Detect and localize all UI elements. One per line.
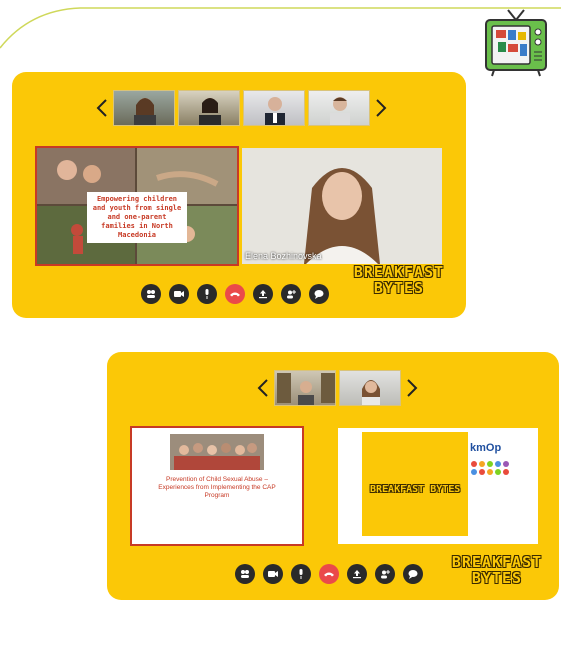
video-call-panel-2: Prevention of Child Sexual Abuse – Exper… [107,352,559,600]
participant-thumbnail[interactable] [243,90,305,126]
participant-thumbnail[interactable] [339,370,401,406]
shared-document-tile[interactable]: Prevention of Child Sexual Abuse – Exper… [130,426,304,546]
call-controls [235,564,423,584]
share-icon[interactable] [253,284,273,304]
brand-line-1: BREAKFAST [353,263,445,281]
hangup-icon[interactable] [319,564,339,584]
decorative-curve [0,7,561,49]
speaker-video-tile[interactable]: Elena Bozhinovska [242,148,442,264]
participant-thumbnail[interactable] [113,90,175,126]
video-call-panel-1: Empowering children and youth from singl… [12,72,466,318]
people-icon[interactable] [141,284,161,304]
slide-heading: BREAKFAST BYTES [370,484,461,495]
mic-icon[interactable] [197,284,217,304]
shared-slide-tile[interactable]: Empowering children and youth from singl… [35,146,239,266]
hangup-icon[interactable] [225,284,245,304]
next-arrow-icon[interactable] [373,96,389,120]
camera-icon[interactable] [263,564,283,584]
slide-caption: Empowering children and youth from singl… [87,192,187,243]
brand-label: BREAKFAST BYTES [349,264,449,296]
call-controls [141,284,329,304]
kmop-logo: kmOp [470,442,502,454]
speaker-name-label: Elena Bozhinovska [245,251,322,261]
retro-tv-icon [480,6,550,88]
participant-thumbnail[interactable] [308,90,370,126]
prev-arrow-icon[interactable] [255,376,271,400]
yellow-slide: BREAKFAST BYTES [362,432,468,536]
chat-icon[interactable] [309,284,329,304]
brand-label: BREAKFAST BYTES [445,554,549,586]
participant-strip [94,90,389,126]
presentation-slide-tile[interactable]: BREAKFAST BYTES kmOp [338,428,538,544]
colored-dots-icon [471,461,509,475]
participant-thumbnail[interactable] [178,90,240,126]
next-arrow-icon[interactable] [404,376,420,400]
add-person-icon[interactable] [281,284,301,304]
camera-icon[interactable] [169,284,189,304]
brand-line-2: BYTES [373,279,425,297]
participant-thumbnail[interactable] [274,370,336,406]
share-icon[interactable] [347,564,367,584]
add-person-icon[interactable] [375,564,395,584]
people-icon[interactable] [235,564,255,584]
chat-icon[interactable] [403,564,423,584]
document-title: Prevention of Child Sexual Abuse – Exper… [158,476,276,499]
mic-icon[interactable] [291,564,311,584]
brand-line-2: BYTES [471,569,523,587]
brand-line-1: BREAKFAST [451,553,543,571]
participant-strip [255,370,420,406]
prev-arrow-icon[interactable] [94,96,110,120]
